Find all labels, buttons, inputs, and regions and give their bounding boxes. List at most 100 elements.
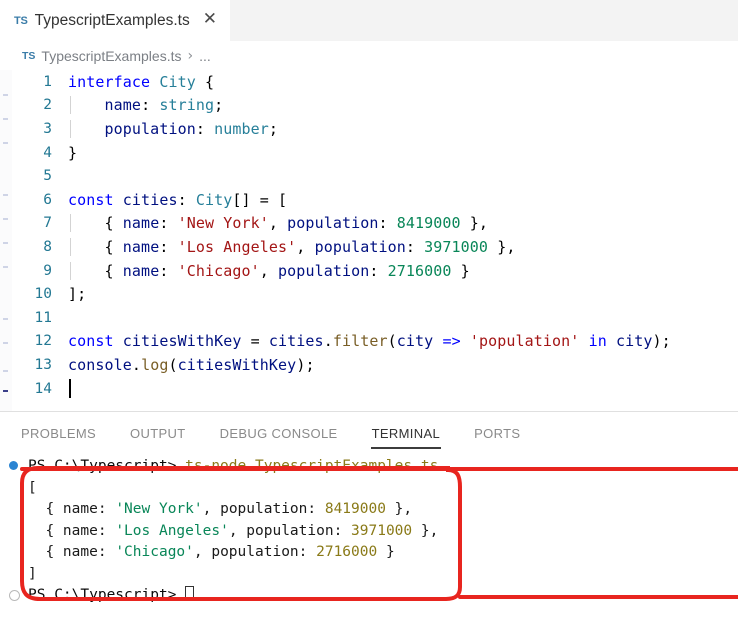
code-text: const cities: City[] = [: [68, 191, 287, 209]
code-line[interactable]: 8 { name: 'Los Angeles', population: 397…: [12, 235, 738, 259]
terminal-line: [: [0, 478, 738, 500]
line-number: 14: [34, 380, 52, 397]
terminal-line: PS C:\Typescript> ts-node TypescriptExam…: [0, 456, 738, 478]
code-text: const citiesWithKey = cities.filter(city…: [68, 332, 671, 350]
indent-guide: [70, 214, 71, 233]
terminal-text: 8419000: [324, 501, 386, 517]
code-token: ;: [268, 119, 279, 138]
code-token: const: [68, 332, 114, 351]
overview-mark: [3, 242, 8, 244]
terminal-text: , population:: [202, 501, 325, 517]
overview-ruler[interactable]: [0, 70, 12, 411]
line-number: 11: [34, 309, 52, 326]
code-token: population: [287, 214, 379, 233]
breadcrumb: TS TypescriptExamples.ts › ...: [0, 41, 738, 70]
overview-mark: [3, 194, 8, 196]
panel-tab-output[interactable]: OUTPUT: [129, 416, 187, 450]
code-token: :: [177, 190, 196, 209]
code-line[interactable]: 6 const cities: City[] = [: [12, 188, 738, 212]
code-token: cities: [268, 332, 324, 351]
line-number: 5: [43, 168, 52, 185]
code-token: {: [205, 72, 215, 91]
line-number: 1: [43, 73, 52, 90]
code-token: filter: [332, 332, 388, 351]
terminal-text: },: [385, 501, 413, 517]
code-text: [68, 379, 71, 399]
code-token: .: [131, 355, 142, 374]
code-text: }: [68, 144, 77, 162]
code-line[interactable]: 12 const citiesWithKey = cities.filter(ci…: [12, 330, 738, 354]
code-token: :: [141, 96, 160, 115]
terminal-text: ]: [28, 565, 37, 582]
code-token: :: [159, 261, 178, 280]
code-token: city: [615, 332, 653, 351]
panel-tab-terminal[interactable]: TERMINAL: [370, 416, 442, 450]
code-token: );: [296, 355, 315, 374]
code-token: :: [159, 214, 178, 233]
code-token: City: [159, 72, 196, 91]
editor-tab-typescriptexamples[interactable]: TS TypescriptExamples.ts ✕: [0, 0, 230, 41]
breadcrumb-file[interactable]: TypescriptExamples.ts: [41, 48, 181, 64]
code-line[interactable]: 14: [12, 377, 738, 401]
code-token: city: [396, 332, 434, 351]
code-token: 3971000: [424, 237, 489, 256]
code-line[interactable]: 1 interface City {: [12, 70, 738, 94]
terminal-text: PS C:\Typescript>: [28, 458, 186, 474]
code-editor[interactable]: 1 interface City {2 name: string; 3 popula…: [0, 70, 738, 411]
code-line[interactable]: 4}: [12, 141, 738, 165]
terminal-line: { name: 'Los Angeles', population: 39710…: [0, 521, 738, 543]
overview-mark: [3, 370, 8, 372]
code-line[interactable]: 13 console.log(citiesWithKey);: [12, 353, 738, 377]
panel-tab-ports[interactable]: PORTS: [473, 416, 521, 450]
terminal-text: 'Chicago': [115, 544, 194, 560]
overview-mark: [3, 390, 8, 392]
code-token: ,: [296, 237, 315, 256]
code-line[interactable]: 2 name: string;: [12, 94, 738, 118]
panel-tab-problems[interactable]: PROBLEMS: [20, 416, 97, 450]
code-line[interactable]: 9 { name: 'Chicago', population: 2716000…: [12, 259, 738, 283]
code-token: citiesWithKey: [177, 355, 297, 374]
code-token: ;: [214, 96, 224, 115]
breadcrumb-more[interactable]: ...: [199, 48, 211, 64]
line-number: 7: [43, 215, 52, 232]
code-line[interactable]: 7 { name: 'New York', population: 841900…: [12, 212, 738, 236]
panel-tab-debug-console[interactable]: DEBUG CONSOLE: [219, 416, 339, 450]
code-line[interactable]: 5: [12, 164, 738, 188]
code-text: name: string;: [68, 96, 224, 115]
line-number: 2: [43, 97, 52, 114]
indent-guide: [70, 119, 71, 138]
panel-tab-list: PROBLEMS OUTPUT DEBUG CONSOLE TERMINAL PORTS: [0, 412, 738, 453]
code-line[interactable]: 3 population: number;: [12, 117, 738, 141]
overview-mark: [3, 142, 8, 144]
indent-guide: [70, 237, 71, 256]
code-token: population: [314, 237, 406, 256]
code-token: citiesWithKey: [122, 332, 242, 351]
close-icon[interactable]: ✕: [197, 11, 220, 30]
code-token: :: [159, 237, 178, 256]
bottom-panel: PROBLEMS OUTPUT DEBUG CONSOLE TERMINAL PORTS…: [0, 411, 738, 624]
code-text: ];: [68, 285, 86, 303]
code-lines-container[interactable]: 1 interface City {2 name: string; 3 popula…: [12, 70, 738, 411]
line-number: 13: [34, 356, 52, 373]
line-number: 4: [43, 144, 52, 161]
code-line[interactable]: 11: [12, 306, 738, 330]
terminal-text: },: [412, 522, 439, 539]
code-token: name: [104, 96, 142, 115]
editor-tab-label: TypescriptExamples.ts: [34, 11, 190, 29]
code-token: population: [104, 119, 196, 138]
terminal-output[interactable]: PS C:\Typescript> ts-node TypescriptExam…: [0, 456, 738, 624]
terminal-line: { name: 'New York', population: 8419000 …: [0, 499, 738, 521]
code-token: {: [68, 214, 123, 233]
code-token: (: [387, 332, 397, 351]
code-token: ];: [68, 285, 87, 304]
code-line[interactable]: 10];: [12, 282, 738, 306]
code-token: cities: [122, 190, 178, 209]
code-token: .: [323, 332, 333, 351]
typescript-file-icon: TS: [22, 49, 36, 62]
indent-guide: [70, 261, 71, 280]
